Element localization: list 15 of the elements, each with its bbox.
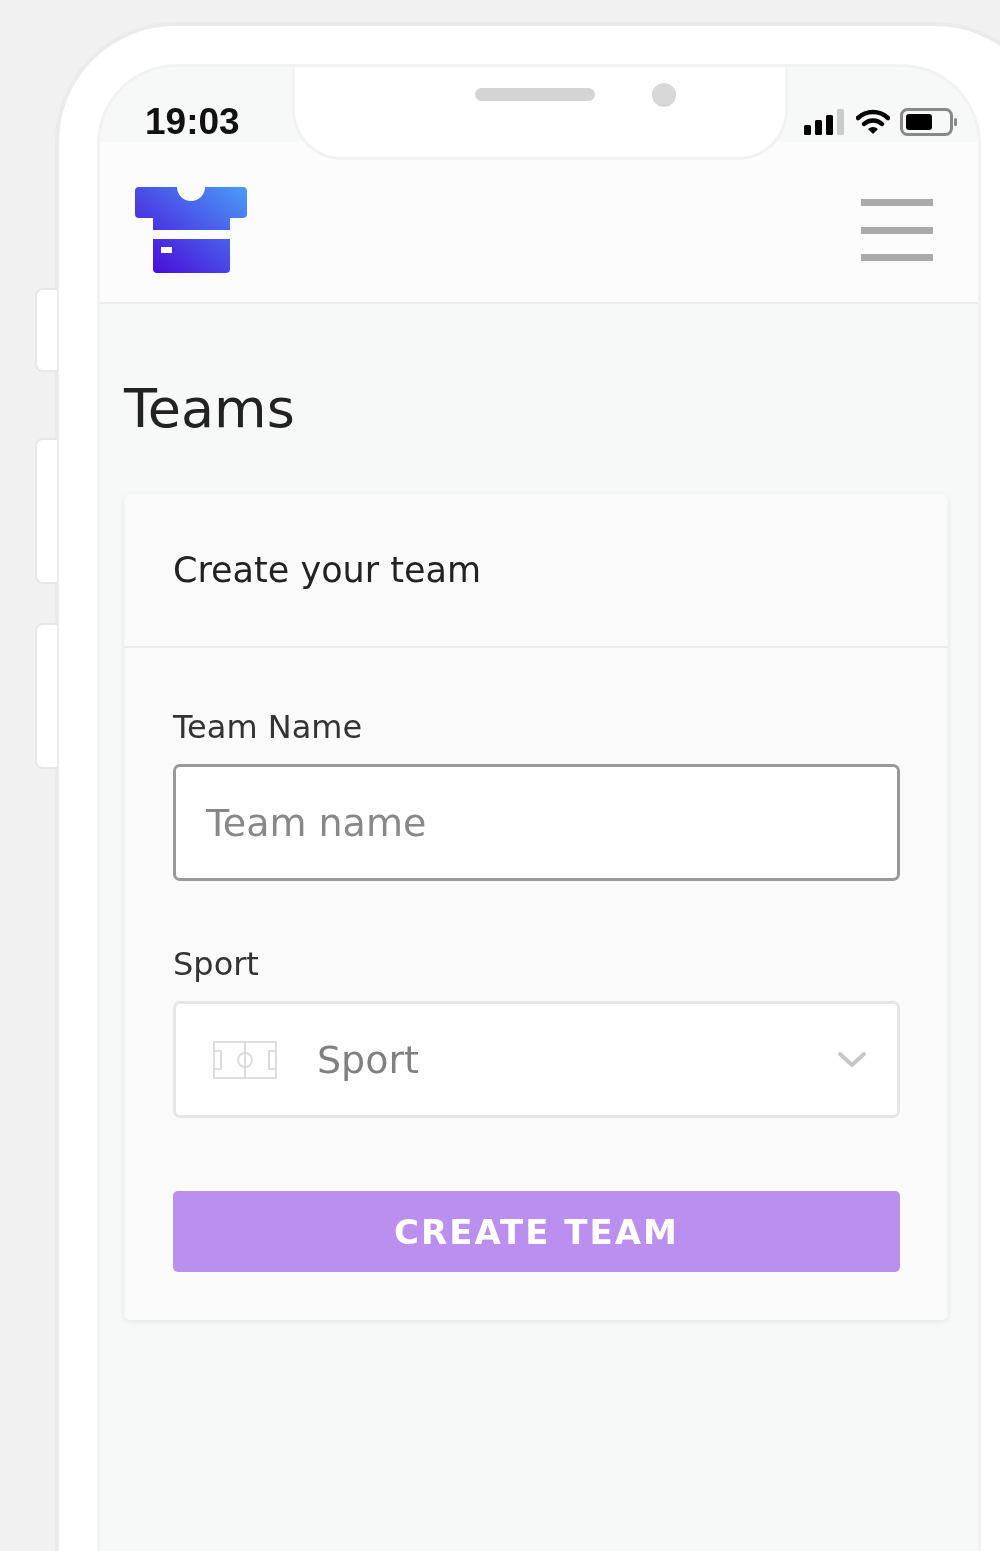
wifi-icon — [856, 109, 890, 135]
pitch-icon — [213, 1040, 277, 1079]
field-label: Team Name — [173, 708, 364, 746]
input-field[interactable]: Team name — [173, 764, 900, 881]
chevron-down-icon — [837, 1050, 867, 1069]
camera-dot — [652, 83, 676, 107]
battery-icon — [900, 108, 958, 136]
status-time: 19:03 — [145, 101, 240, 143]
sport-dropdown[interactable]: Sport — [173, 1001, 900, 1118]
signal-icon — [804, 109, 846, 135]
field-label: Sport — [173, 945, 260, 983]
card-title: Create your team — [173, 550, 482, 590]
page-title: Teams — [124, 382, 296, 436]
menu-button[interactable] — [861, 199, 933, 261]
shirt-logo-icon — [135, 187, 247, 273]
